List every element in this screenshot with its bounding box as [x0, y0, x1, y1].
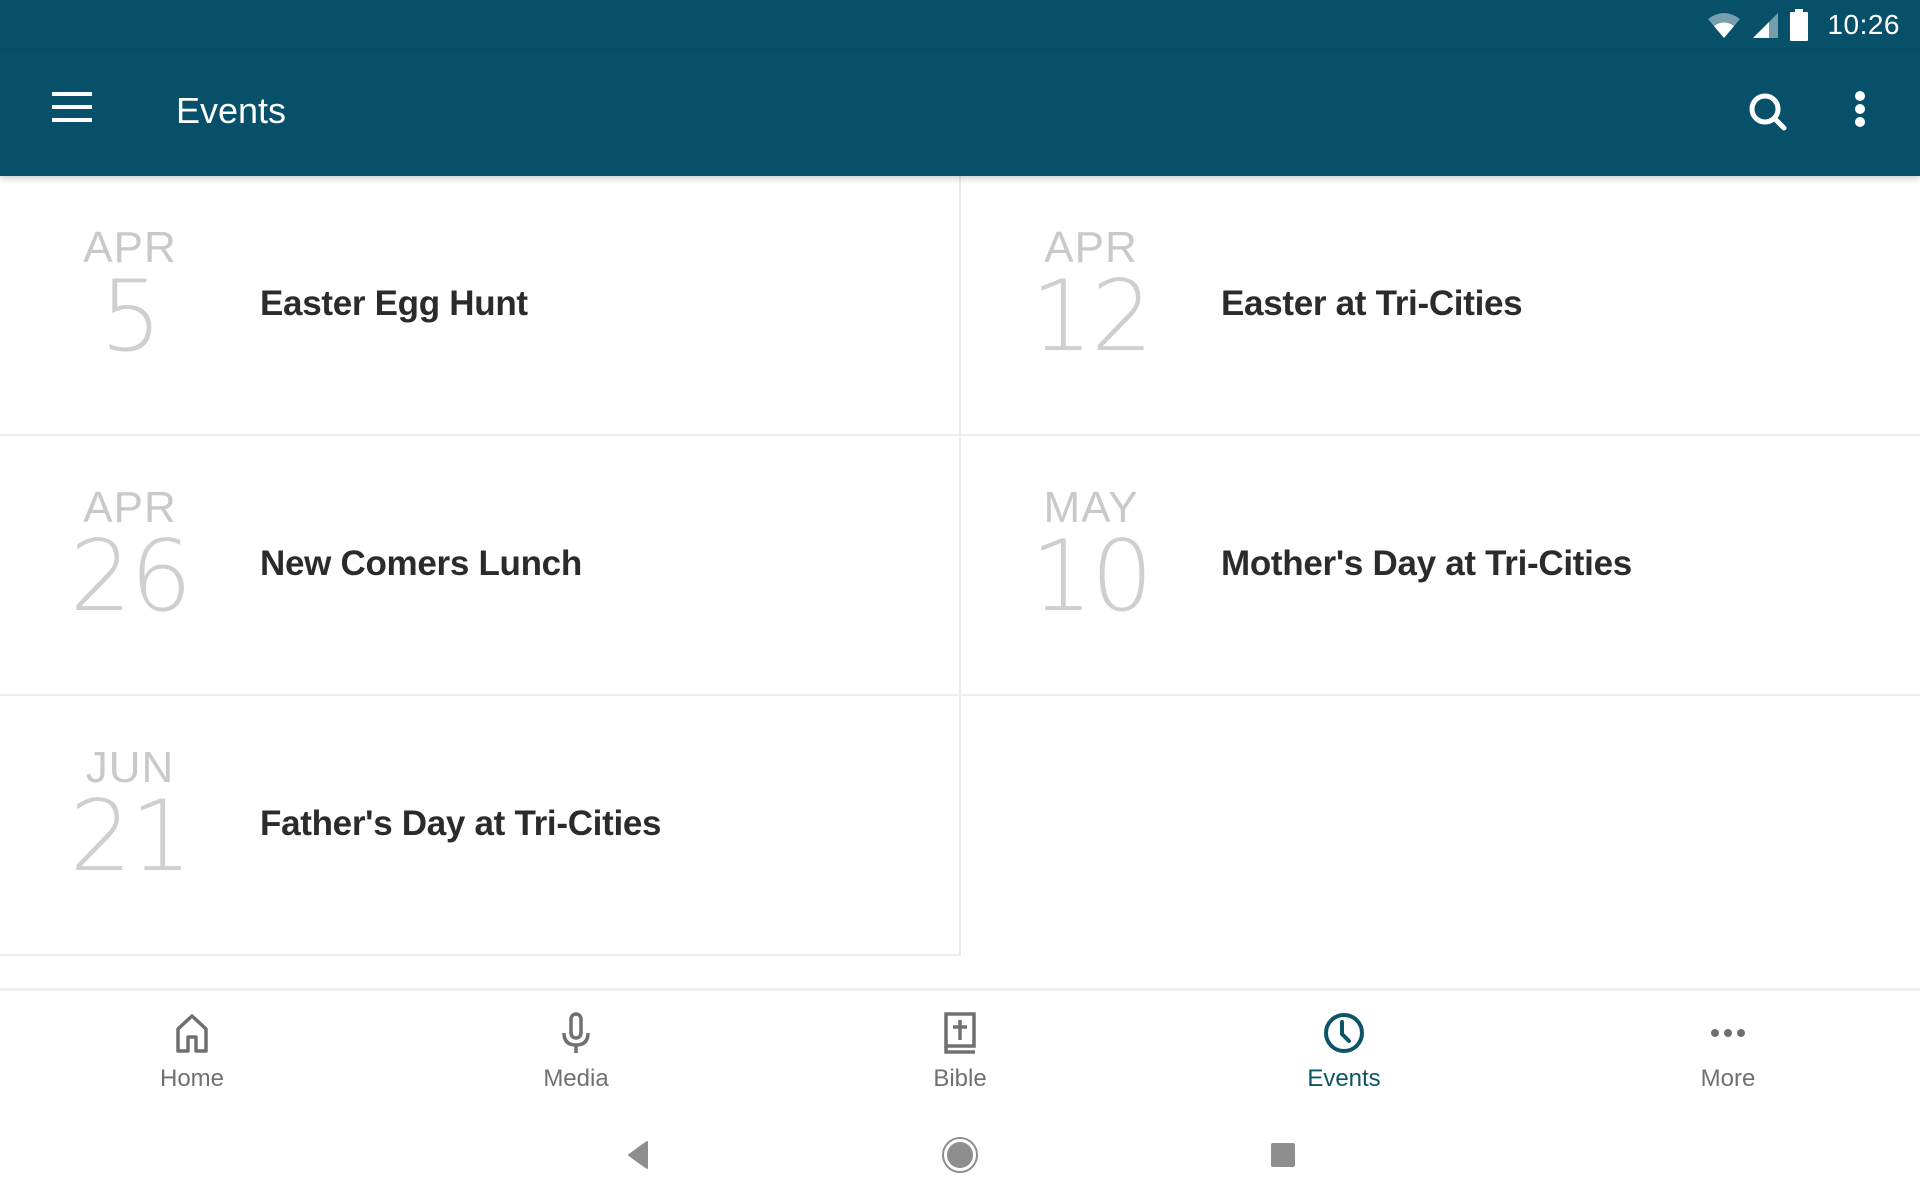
nav-item-events[interactable]: Events	[1152, 991, 1536, 1103]
nav-item-media[interactable]: Media	[384, 991, 768, 1103]
event-day: 26	[69, 520, 193, 634]
page-title: Events	[176, 90, 287, 131]
nav-item-more[interactable]: More	[1536, 991, 1920, 1103]
event-date: APR 26	[0, 486, 260, 634]
overflow-menu-button[interactable]	[1844, 88, 1876, 136]
event-date: JUN 21	[0, 746, 260, 894]
event-title: Easter Egg Hunt	[260, 284, 528, 323]
status-time: 10:26	[1827, 9, 1900, 40]
event-day: 10	[1030, 520, 1154, 634]
system-recents-button[interactable]	[1260, 1132, 1306, 1178]
system-home-button[interactable]	[937, 1132, 983, 1178]
nav-label: More	[1700, 1065, 1756, 1092]
event-day: 5	[99, 260, 162, 374]
event-card[interactable]: MAY 10 Mother's Day at Tri-Cities	[961, 436, 1920, 696]
back-icon	[628, 1141, 648, 1169]
event-day: 21	[69, 780, 193, 894]
microphone-icon	[562, 1012, 590, 1053]
search-icon	[1749, 93, 1787, 131]
event-date: APR 12	[961, 226, 1221, 374]
nav-label: Events	[1307, 1065, 1381, 1092]
nav-item-bible[interactable]: Bible	[768, 991, 1152, 1103]
battery-icon	[1790, 9, 1809, 41]
cell-signal-icon	[1753, 13, 1779, 38]
menu-button[interactable]	[50, 92, 94, 132]
system-nav-bar	[0, 1110, 1920, 1200]
nav-item-home[interactable]: Home	[0, 991, 384, 1103]
system-back-button[interactable]	[613, 1132, 659, 1178]
recents-icon	[1271, 1143, 1295, 1167]
event-card[interactable]: APR 12 Easter at Tri-Cities	[961, 176, 1920, 436]
home-icon	[176, 1014, 208, 1053]
event-day: 12	[1030, 260, 1154, 374]
event-card[interactable]: APR 26 New Comers Lunch	[0, 436, 961, 696]
bible-icon	[944, 1012, 976, 1054]
bottom-nav: Home Media Bible Events More	[0, 991, 1920, 1103]
nav-label: Bible	[933, 1065, 987, 1092]
nav-label: Home	[159, 1065, 225, 1092]
event-date: APR 5	[0, 226, 260, 374]
event-title: Father's Day at Tri-Cities	[260, 804, 662, 843]
event-date: MAY 10	[961, 486, 1221, 634]
nav-label: Media	[543, 1065, 609, 1092]
status-icons: 10:26	[1707, 8, 1900, 42]
hamburger-menu-icon	[50, 92, 94, 122]
app-bar: Events	[0, 50, 1920, 176]
search-button[interactable]	[1744, 88, 1792, 136]
home-circle-icon	[942, 1137, 978, 1173]
event-card[interactable]: JUN 21 Father's Day at Tri-Cities	[0, 696, 961, 956]
event-title: Mother's Day at Tri-Cities	[1221, 544, 1632, 583]
status-bar: 10:26	[0, 0, 1920, 50]
event-title: Easter at Tri-Cities	[1221, 284, 1523, 323]
wifi-icon	[1708, 13, 1741, 38]
more-vert-icon	[1844, 91, 1876, 127]
clock-icon	[1324, 1013, 1364, 1053]
more-horiz-icon	[1711, 1029, 1745, 1037]
event-title: New Comers Lunch	[260, 544, 582, 583]
event-card[interactable]: APR 5 Easter Egg Hunt	[0, 176, 961, 436]
